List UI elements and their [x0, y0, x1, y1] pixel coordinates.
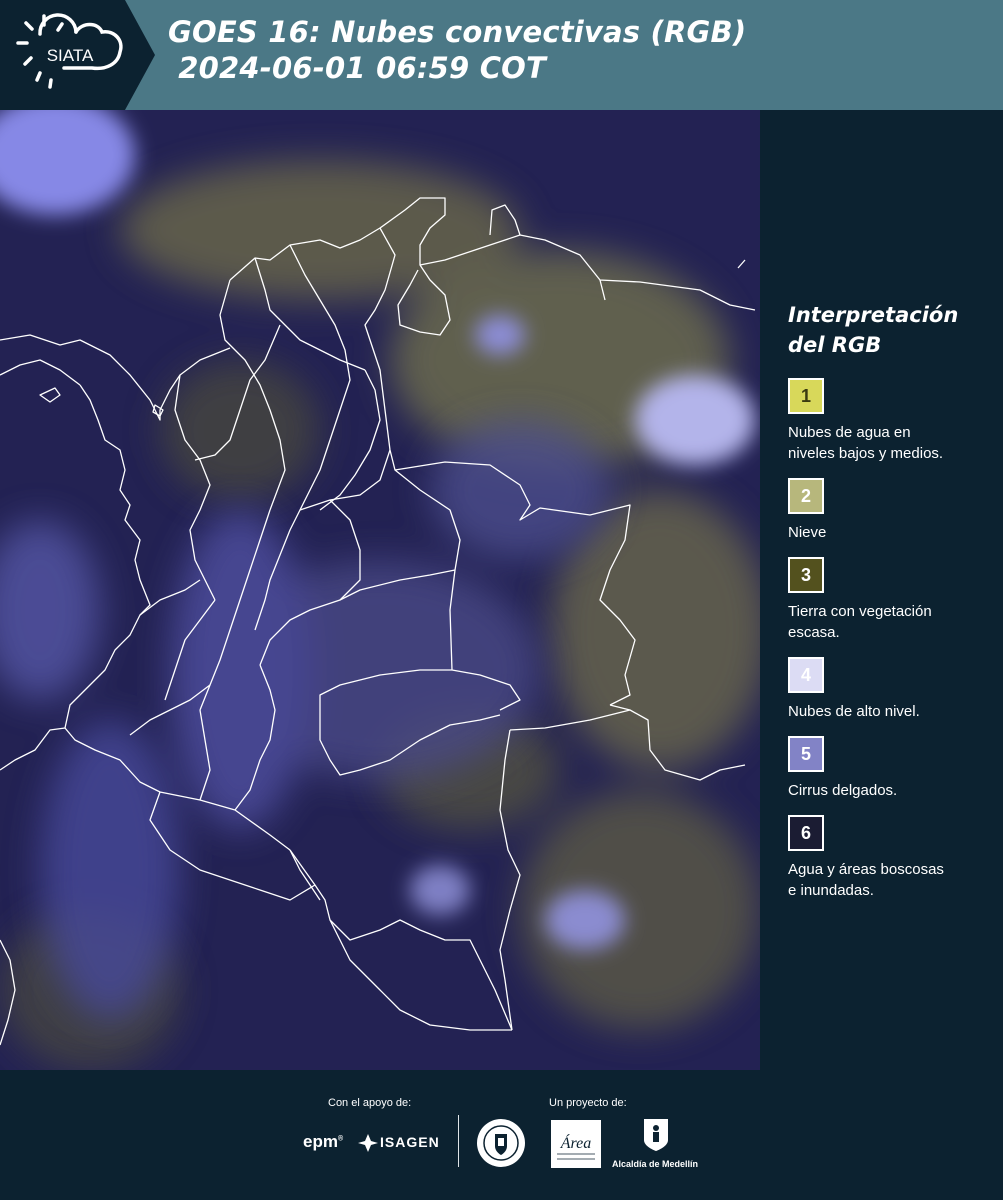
- legend-label-line-1: Tierra con vegetación: [788, 603, 932, 620]
- legend-items: 1 Nubes de agua en niveles bajos y medios.…: [788, 378, 988, 901]
- legend-label: Nieve: [788, 522, 988, 543]
- legend-label-line-1: Nubes de alto nivel.: [788, 703, 920, 720]
- legend-label-line-1: Cirrus delgados.: [788, 782, 898, 799]
- legend-label: Nubes de alto nivel.: [788, 701, 988, 722]
- legend-swatch: 1: [788, 378, 824, 414]
- legend-item: 2 Nieve: [788, 478, 988, 543]
- legend-label-line-2: niveles bajos y medios.: [788, 445, 944, 462]
- legend-item: 5 Cirrus delgados.: [788, 736, 988, 801]
- legend-swatch: 4: [788, 657, 824, 693]
- legend-title: Interpretación del RGB: [788, 300, 988, 360]
- siata-logo: SIATA: [0, 0, 155, 110]
- alcaldia-label: Alcaldía de Medellín: [612, 1159, 699, 1169]
- legend-label-line-2: escasa.: [788, 624, 840, 641]
- area-metropolitana-logo: Área: [551, 1120, 601, 1168]
- page: SIATA GOES 16: Nubes convectivas (RGB) 2…: [0, 0, 1003, 1200]
- area-logo-text: Área: [560, 1133, 592, 1152]
- siata-logo-text: SIATA: [47, 46, 94, 65]
- rgb-legend: Interpretación del RGB 1 Nubes de agua en…: [788, 300, 988, 915]
- satellite-map[interactable]: [0, 110, 760, 1070]
- support-label: Con el apoyo de:: [328, 1097, 412, 1109]
- header-bar: SIATA GOES 16: Nubes convectivas (RGB) 2…: [0, 0, 1003, 110]
- legend-item: 4 Nubes de alto nivel.: [788, 657, 988, 722]
- alcaldia-shield-icon: [644, 1119, 668, 1151]
- legend-item: 1 Nubes de agua en niveles bajos y medios.: [788, 378, 988, 464]
- project-label: Un proyecto de:: [549, 1097, 627, 1109]
- legend-swatch: 2: [788, 478, 824, 514]
- legend-swatch: 3: [788, 557, 824, 593]
- legend-label-line-1: Nubes de agua en: [788, 424, 911, 441]
- legend-label: Agua y áreas boscosas e inundadas.: [788, 859, 988, 901]
- isagen-logo: ISAGEN: [380, 1134, 440, 1150]
- legend-label: Nubes de agua en niveles bajos y medios.: [788, 422, 988, 464]
- title-line-2: 2024-06-01 06:59 COT: [168, 51, 547, 85]
- legend-swatch: 5: [788, 736, 824, 772]
- epm-logo-text: epm: [303, 1132, 338, 1151]
- legend-label-line-1: Nieve: [788, 524, 827, 541]
- legend-title-line-1: Interpretación: [788, 303, 959, 327]
- medellin-seal-icon: [477, 1119, 525, 1167]
- legend-item: 6 Agua y áreas boscosas e inundadas.: [788, 815, 988, 901]
- page-title: GOES 16: Nubes convectivas (RGB) 2024-06…: [168, 14, 746, 86]
- isagen-mark-icon: [358, 1134, 378, 1152]
- footer: Con el apoyo de: Un proyecto de: epm® IS…: [0, 1070, 1003, 1200]
- legend-label: Tierra con vegetación escasa.: [788, 601, 988, 643]
- footer-divider: [458, 1115, 459, 1167]
- legend-title-line-2: del RGB: [788, 333, 882, 357]
- legend-label-line-2: e inundadas.: [788, 882, 874, 899]
- legend-item: 3 Tierra con vegetación escasa.: [788, 557, 988, 643]
- epm-logo: epm®: [303, 1132, 344, 1151]
- legend-label-line-1: Agua y áreas boscosas: [788, 861, 944, 878]
- legend-swatch: 6: [788, 815, 824, 851]
- legend-label: Cirrus delgados.: [788, 780, 988, 801]
- title-line-1: GOES 16: Nubes convectivas (RGB): [168, 15, 747, 49]
